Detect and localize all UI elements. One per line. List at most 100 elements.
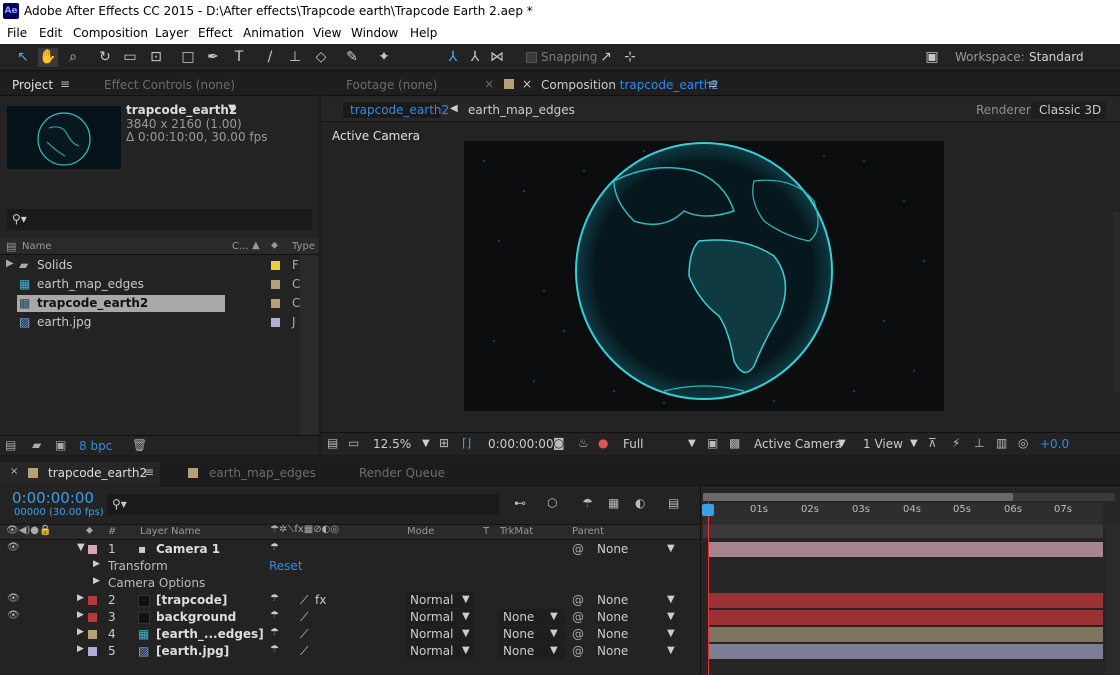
project-row-trapcode-earth2[interactable]: ▦ trapcode_earth2 C <box>0 295 300 312</box>
exposure-value[interactable]: +0.0 <box>1040 437 1069 451</box>
reset-exposure-icon[interactable]: ◎ <box>1018 436 1028 450</box>
pickwhip-icon[interactable]: @ <box>572 610 584 624</box>
hand-tool-icon[interactable]: ✋ <box>38 48 58 67</box>
layer-label-color[interactable] <box>88 647 97 656</box>
camera-tool-icon[interactable]: ▭ <box>120 48 140 67</box>
composition-canvas[interactable] <box>464 141 944 411</box>
renderer-select[interactable]: Classic 3D <box>1039 103 1101 117</box>
camera-dropdown-icon[interactable]: ▼ <box>838 438 846 449</box>
pickwhip-icon[interactable]: @ <box>572 627 584 641</box>
pan-behind-tool-icon[interactable]: ⊡ <box>146 48 166 67</box>
draft-3d-icon[interactable]: ⬡ <box>547 496 557 510</box>
label-color-swatch[interactable] <box>271 261 280 270</box>
parent-select[interactable]: None <box>597 644 628 658</box>
quality-switch-icon[interactable]: ⟋ <box>300 593 308 608</box>
mode-dropdown-icon[interactable]: ▼ <box>462 594 470 605</box>
quality-switch-icon[interactable]: ⟋ <box>300 644 308 659</box>
tab-effect-controls[interactable]: Effect Controls (none) <box>104 78 235 92</box>
expand-arrow-icon[interactable]: ▶ <box>93 559 100 569</box>
parent-dropdown-icon[interactable]: ▼ <box>667 645 675 656</box>
expand-arrow-icon[interactable]: ▶ <box>93 576 100 586</box>
pen-tool-icon[interactable]: ✒ <box>203 48 223 67</box>
frame-blending-icon[interactable]: ▦ <box>608 496 619 510</box>
channels-icon[interactable]: ● <box>598 436 608 450</box>
expand-arrow-icon[interactable]: ▶ <box>6 258 14 269</box>
col-c[interactable]: C... <box>232 241 249 252</box>
parent-dropdown-icon[interactable]: ▼ <box>667 611 675 622</box>
close-tab-icon[interactable]: × <box>10 466 18 477</box>
panel-menu-icon[interactable]: ≡ <box>144 465 154 479</box>
blend-mode-select[interactable]: Normal <box>410 644 453 658</box>
expand-arrow-icon[interactable]: ▶ <box>77 644 84 654</box>
col-layer-name[interactable]: Layer Name <box>140 526 201 537</box>
flowchart-icon[interactable]: ⊥ <box>974 436 984 450</box>
layer-name[interactable]: Camera 1 <box>156 542 220 556</box>
project-row-earth-jpg[interactable]: ▨ earth.jpg J <box>0 314 300 331</box>
work-area-bar[interactable] <box>703 524 1103 538</box>
layer-label-color[interactable] <box>88 596 97 605</box>
mode-dropdown-icon[interactable]: ▼ <box>462 645 470 656</box>
world-axis-icon[interactable]: ⅄ <box>465 48 485 67</box>
time-navigator-range[interactable] <box>703 493 1013 501</box>
workspace-icon[interactable]: ▣ <box>922 48 942 67</box>
layer-bar-earth-map-edges[interactable] <box>708 627 1103 642</box>
timeline-tab-trapcode-earth2[interactable]: trapcode_earth2 <box>48 466 147 480</box>
project-row-earth-map-edges[interactable]: ▦ earth_map_edges C <box>0 276 300 293</box>
parent-dropdown-icon[interactable]: ▼ <box>667 628 675 639</box>
col-type[interactable]: Type <box>292 241 315 252</box>
layer-row-camera-1[interactable]: 👁 ▼ 1 ▪ Camera 1 ☂ @ None ▼ <box>0 541 700 558</box>
eye-icon[interactable]: 👁 <box>7 610 20 621</box>
trkmat-select[interactable]: None <box>503 610 534 624</box>
tab-composition[interactable]: Composition trapcode_earth2 <box>541 78 719 92</box>
mode-dropdown-icon[interactable]: ▼ <box>462 611 470 622</box>
resolution-select[interactable]: Full <box>623 437 644 451</box>
trkmat-select[interactable]: None <box>503 644 534 658</box>
transparency-grid-icon[interactable]: ▩ <box>729 436 740 450</box>
local-axis-icon[interactable]: ⅄ <box>443 48 463 67</box>
shy-switch-icon[interactable]: ☂ <box>270 593 279 604</box>
menu-file[interactable]: File <box>7 26 27 40</box>
camera-view-select[interactable]: Active Camera <box>754 437 842 451</box>
tab-project[interactable]: Project <box>12 78 53 92</box>
timeline-scrollbar[interactable] <box>1106 524 1120 675</box>
timeline-search-input[interactable]: ⚲▾ <box>107 494 499 515</box>
expand-arrow-icon[interactable]: ▶ <box>77 610 84 620</box>
toggle-pixel-aspect-icon[interactable]: ⊼ <box>928 436 937 450</box>
region-of-interest-icon[interactable]: ⌈⌋ <box>462 436 471 450</box>
item-dropdown-icon[interactable]: ▼ <box>228 103 236 114</box>
zoom-tool-icon[interactable]: ⌕ <box>63 48 83 67</box>
fast-previews-icon[interactable]: ▣ <box>707 436 718 450</box>
roto-brush-tool-icon[interactable]: ✎ <box>342 48 362 67</box>
quality-switch-icon[interactable]: ⟋ <box>300 610 308 625</box>
col-name[interactable]: Name <box>22 241 52 252</box>
comp-mini-flowchart-icon[interactable]: ⊷ <box>514 496 526 510</box>
new-composition-icon[interactable]: ▣ <box>55 438 66 452</box>
collapse-arrow-icon[interactable]: ▼ <box>77 542 85 553</box>
col-parent[interactable]: Parent <box>572 526 604 537</box>
rectangle-tool-icon[interactable]: □ <box>178 48 198 67</box>
bit-depth-button[interactable]: 8 bpc <box>79 439 112 453</box>
expand-arrow-icon[interactable]: ▶ <box>77 593 84 603</box>
blend-mode-select[interactable]: Normal <box>410 593 453 607</box>
view-layout-select[interactable]: 1 View <box>863 437 903 451</box>
parent-select[interactable]: None <box>597 610 628 624</box>
layer-row-background[interactable]: 👁 ▶ 3 background ☂ ⟋ Normal ▼ None ▼ @ N… <box>0 609 700 626</box>
timeline-timecode[interactable]: 0:00:00:00 <box>12 489 94 507</box>
clone-stamp-tool-icon[interactable]: ⊥ <box>285 48 305 67</box>
tab-footage[interactable]: Footage (none) <box>346 78 437 92</box>
layer-name[interactable]: [earth.jpg] <box>156 644 229 658</box>
close-tab-icon[interactable]: × <box>484 77 494 91</box>
shy-switch-icon[interactable]: ☂ <box>270 610 279 621</box>
playhead-handle[interactable] <box>702 504 714 516</box>
always-preview-icon[interactable]: ▤ <box>327 436 338 450</box>
snapping-checkbox[interactable] <box>526 52 537 63</box>
workspace-select[interactable]: Standard <box>1029 50 1084 64</box>
pickwhip-icon[interactable]: @ <box>572 542 584 556</box>
trash-icon[interactable]: 🗑 <box>132 438 147 452</box>
parent-select[interactable]: None <box>597 542 628 556</box>
eraser-tool-icon[interactable]: ◇ <box>311 48 331 67</box>
parent-select[interactable]: None <box>597 627 628 641</box>
layer-bar-camera-1[interactable] <box>708 542 1103 557</box>
current-time-display[interactable]: 0:00:00:00 <box>488 437 554 451</box>
viewer-scrollbar[interactable] <box>1113 212 1120 392</box>
